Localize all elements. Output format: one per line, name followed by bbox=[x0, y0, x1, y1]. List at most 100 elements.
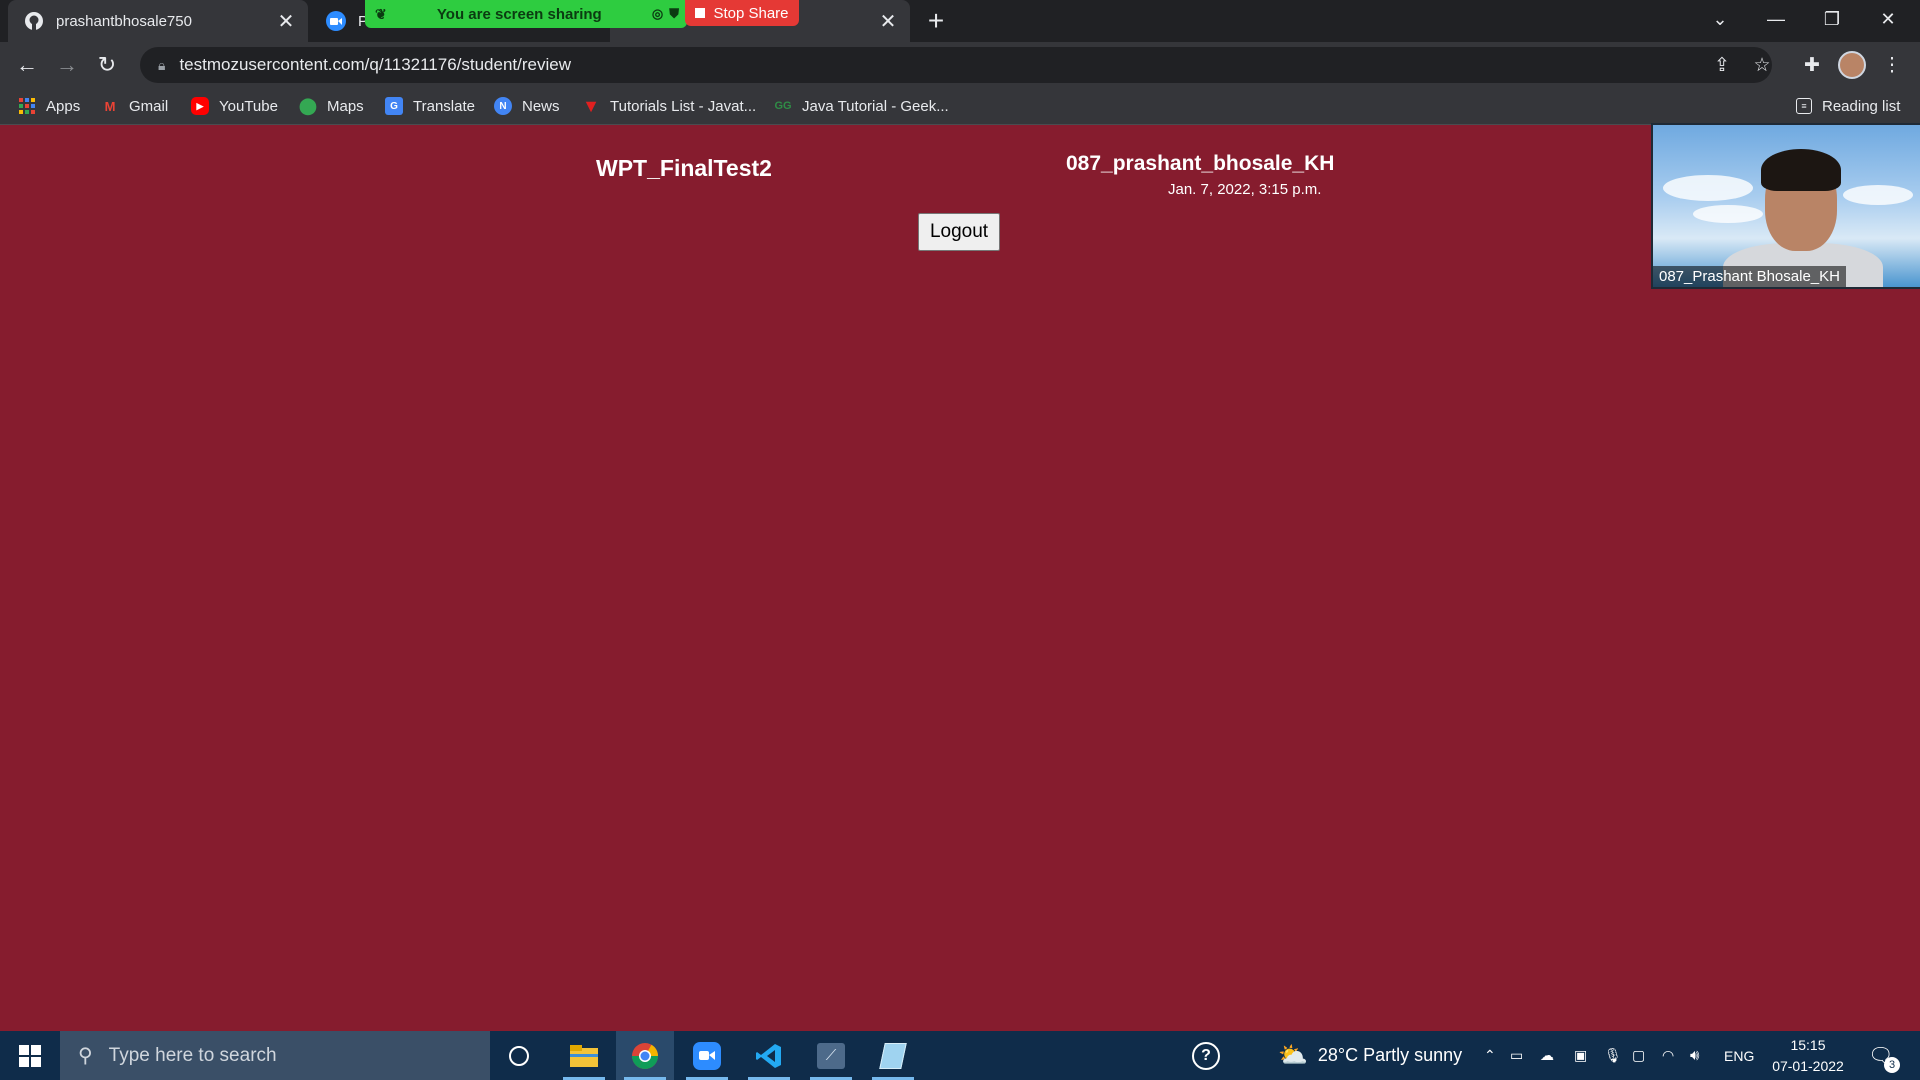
bookmark-translate[interactable]: G Translate bbox=[385, 88, 475, 124]
bookmark-label: Apps bbox=[46, 97, 81, 115]
mysql-workbench-icon[interactable]: ⟋ bbox=[802, 1031, 860, 1080]
shield-icon[interactable]: ⛊ bbox=[669, 6, 679, 22]
profile-avatar[interactable] bbox=[1836, 49, 1868, 81]
bookmark-gmail[interactable]: M Gmail bbox=[101, 88, 169, 124]
new-tab-button[interactable]: + bbox=[920, 5, 952, 37]
notification-center-icon[interactable]: 🗨︎ 3 bbox=[1868, 1031, 1900, 1080]
participant-hair bbox=[1761, 149, 1841, 191]
javatpoint-icon: ▼ bbox=[582, 95, 600, 116]
bookmark-maps[interactable]: ⬤ Maps bbox=[299, 88, 364, 124]
bookmark-label: YouTube bbox=[219, 97, 278, 115]
participant-name-label: 087_Prashant Bhosale_KH bbox=[1653, 266, 1846, 287]
notepad-icon[interactable] bbox=[864, 1031, 922, 1080]
display-icon[interactable]: ▢ bbox=[1632, 1031, 1645, 1080]
onedrive-icon[interactable]: ☁ bbox=[1540, 1031, 1554, 1080]
reading-list-icon: ≡ bbox=[1796, 98, 1812, 114]
stop-icon bbox=[695, 8, 706, 18]
share-leaf-icon: ❦ bbox=[375, 5, 387, 22]
bookmark-star-icon[interactable]: ☆ bbox=[1746, 49, 1778, 81]
translate-icon: G bbox=[385, 97, 403, 115]
minimize-button[interactable]: — bbox=[1748, 0, 1804, 38]
bookmark-tutorials-list[interactable]: ▼ Tutorials List - Javat... bbox=[582, 88, 756, 124]
help-icon[interactable]: ? bbox=[1192, 1031, 1220, 1080]
taskbar-search-box[interactable]: ⚲ Type here to search bbox=[60, 1031, 490, 1080]
forward-button[interactable]: → bbox=[51, 49, 83, 81]
bookmark-news[interactable]: N News bbox=[494, 88, 560, 124]
windows-start-icon[interactable] bbox=[0, 1031, 60, 1080]
share-page-icon[interactable]: ⇪ bbox=[1706, 49, 1738, 81]
search-icon: ⚲ bbox=[78, 1045, 93, 1067]
tab-search-icon[interactable]: ⌄ bbox=[1692, 0, 1748, 38]
language-indicator[interactable]: ENG bbox=[1724, 1031, 1754, 1080]
logout-button[interactable]: Logout bbox=[918, 213, 1000, 251]
maps-pin-icon: ⬤ bbox=[299, 98, 317, 115]
bookmark-apps[interactable]: Apps bbox=[18, 88, 80, 124]
timestamp: Jan. 7, 2022, 3:15 p.m. bbox=[1168, 181, 1322, 198]
zoom-app-icon[interactable] bbox=[678, 1031, 736, 1080]
cloud-shape bbox=[1843, 185, 1913, 205]
extensions-icon[interactable]: ✚ bbox=[1796, 49, 1828, 81]
close-tab-icon[interactable]: ✕ bbox=[274, 9, 298, 33]
bookmark-label: Java Tutorial - Geek... bbox=[802, 97, 949, 115]
bookmarks-bar: Apps M Gmail ▶ YouTube ⬤ Maps G Translat… bbox=[0, 88, 1920, 125]
url-text: testmozusercontent.com/q/11321176/studen… bbox=[179, 55, 571, 74]
battery-icon[interactable]: ▭ bbox=[1510, 1031, 1523, 1080]
clock-time: 15:15 bbox=[1790, 1036, 1826, 1053]
meet-now-icon[interactable]: ▣ bbox=[1574, 1031, 1587, 1080]
apps-grid-icon bbox=[18, 97, 36, 115]
notification-count: 3 bbox=[1884, 1057, 1900, 1073]
bookmark-label: Maps bbox=[327, 97, 364, 115]
reload-button[interactable]: ↻ bbox=[91, 49, 123, 81]
clock-date: 07-01-2022 bbox=[1772, 1057, 1844, 1074]
test-title: WPT_FinalTest2 bbox=[596, 155, 772, 181]
page-content: WPT_FinalTest2 087_prashant_bhosale_KH J… bbox=[0, 125, 1920, 1031]
tab-title: prashantbhosale750 bbox=[56, 12, 192, 30]
partly-sunny-icon: ⛅ bbox=[1278, 1042, 1308, 1069]
cortana-icon[interactable] bbox=[490, 1031, 548, 1080]
github-icon bbox=[24, 11, 44, 31]
weather-text: 28°C Partly sunny bbox=[1317, 1045, 1463, 1065]
bookmark-label: News bbox=[522, 97, 560, 115]
tab-github[interactable]: prashantbhosale750 ✕ bbox=[8, 0, 308, 42]
microphone-icon[interactable]: 🎙︎ bbox=[1604, 1031, 1622, 1080]
file-explorer-icon[interactable] bbox=[555, 1031, 613, 1080]
bookmark-youtube[interactable]: ▶ YouTube bbox=[191, 88, 278, 124]
screen-sharing-banner: ❦ You are screen sharing ◎ ⛊ bbox=[365, 0, 687, 28]
taskbar: ⚲ Type here to search ⟋ ? ⛅ 28°C Partly … bbox=[0, 1031, 1920, 1080]
weather-widget[interactable]: ⛅ 28°C Partly sunny bbox=[1278, 1031, 1462, 1080]
geeksforgeeks-icon: GG bbox=[774, 100, 792, 112]
stop-share-label: Stop Share bbox=[713, 4, 789, 22]
close-tab-icon[interactable]: ✕ bbox=[876, 9, 900, 33]
browser-toolbar: ← → ↻ 🔒︎ testmozusercontent.com/q/113211… bbox=[0, 42, 1920, 88]
chrome-icon[interactable] bbox=[616, 1031, 674, 1080]
restore-button[interactable]: ❐ bbox=[1804, 0, 1860, 38]
video-thumbnail[interactable]: 087_Prashant Bhosale_KH bbox=[1651, 123, 1920, 289]
screen-sharing-text: You are screen sharing bbox=[436, 5, 602, 23]
student-name: 087_prashant_bhosale_KH bbox=[1066, 152, 1335, 175]
vscode-icon[interactable] bbox=[740, 1031, 798, 1080]
stop-share-button[interactable]: Stop Share bbox=[685, 0, 799, 26]
cloud-shape bbox=[1693, 205, 1763, 223]
clock[interactable]: 15:15 07-01-2022 bbox=[1766, 1031, 1850, 1080]
tab-strip: prashantbhosale750 ✕ Pe ✕ + ⌄ — ❐ ✕ bbox=[0, 0, 1920, 42]
search-placeholder: Type here to search bbox=[108, 1044, 277, 1066]
reading-list-button[interactable]: ≡ Reading list bbox=[1796, 88, 1900, 124]
volume-icon[interactable]: 🔊︎ bbox=[1690, 1031, 1699, 1080]
close-window-button[interactable]: ✕ bbox=[1860, 0, 1916, 38]
bookmark-label: Translate bbox=[413, 97, 475, 115]
show-hidden-icons-chevron[interactable]: ⌃ bbox=[1484, 1031, 1496, 1080]
lock-icon[interactable]: 🔒︎ bbox=[158, 57, 165, 74]
bookmark-label: Gmail bbox=[129, 97, 169, 115]
news-icon: N bbox=[494, 97, 512, 115]
bookmark-java-tutorial[interactable]: GG Java Tutorial - Geek... bbox=[774, 88, 949, 124]
bookmark-label: Tutorials List - Javat... bbox=[610, 97, 757, 115]
menu-icon[interactable]: ⋮ bbox=[1876, 49, 1908, 81]
back-button[interactable]: ← bbox=[11, 49, 43, 81]
reading-list-label: Reading list bbox=[1822, 97, 1901, 115]
cloud-shape bbox=[1663, 175, 1753, 201]
pause-share-icon[interactable]: ◎ bbox=[652, 6, 663, 22]
wifi-icon[interactable]: ◠ bbox=[1662, 1031, 1674, 1080]
zoom-icon bbox=[326, 11, 346, 31]
youtube-icon: ▶ bbox=[191, 97, 209, 115]
address-bar[interactable]: 🔒︎ testmozusercontent.com/q/11321176/stu… bbox=[140, 47, 1772, 83]
